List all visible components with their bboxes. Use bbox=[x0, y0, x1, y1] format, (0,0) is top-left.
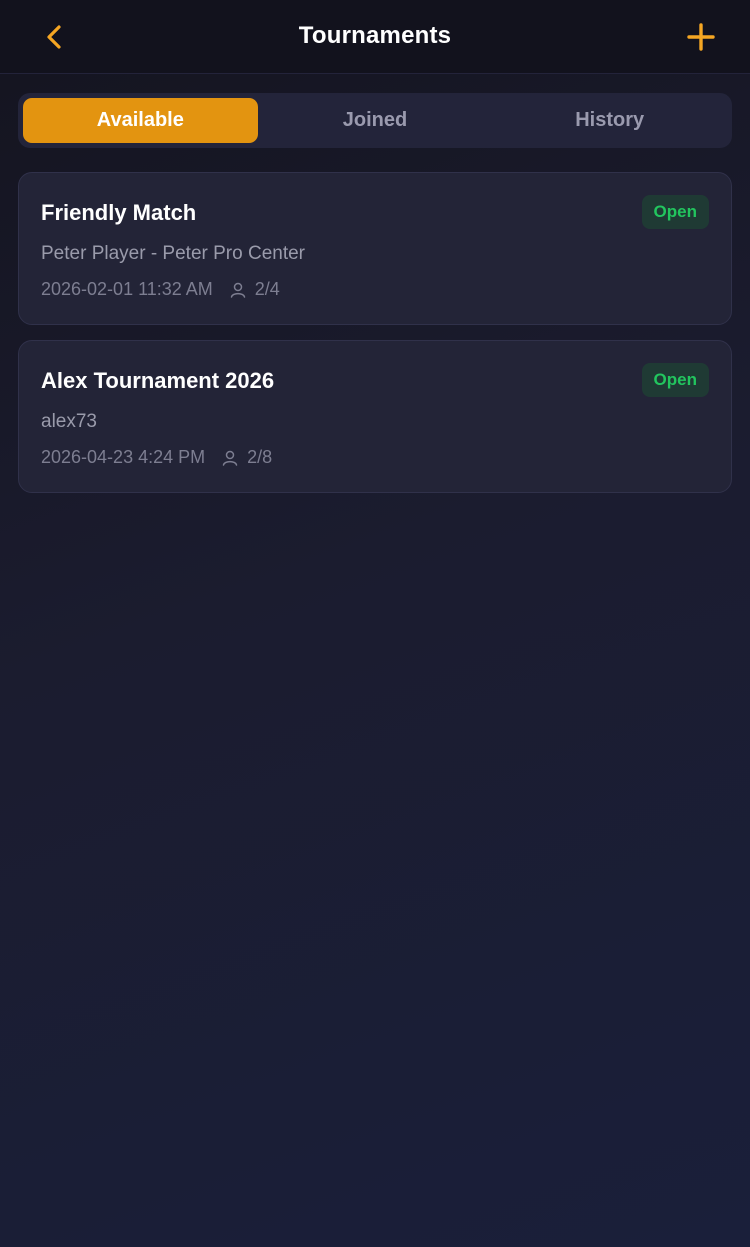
tournament-name: Friendly Match bbox=[41, 200, 197, 225]
tournament-meta: 2026-04-23 4:24 PM 2/8 bbox=[41, 447, 272, 468]
tournament-players: 2/4 bbox=[254, 279, 280, 299]
tab-joined[interactable]: Joined bbox=[258, 98, 493, 143]
status-badge: Open bbox=[641, 363, 709, 397]
tournament-players: 2/8 bbox=[247, 447, 273, 467]
person-icon bbox=[221, 449, 239, 467]
tournament-name: Alex Tournament 2026 bbox=[41, 368, 275, 393]
tournament-organizer: alex73 bbox=[41, 411, 97, 432]
tab-bar: Available Joined History bbox=[18, 93, 732, 148]
plus-icon bbox=[687, 23, 715, 51]
tournament-datetime: 2026-04-23 4:24 PM bbox=[41, 447, 206, 467]
person-icon bbox=[229, 281, 247, 299]
add-tournament-button[interactable] bbox=[676, 12, 726, 62]
status-badge: Open bbox=[641, 195, 709, 229]
tournament-meta: 2026-02-01 11:32 AM 2/4 bbox=[41, 279, 280, 300]
tournament-datetime: 2026-02-01 11:32 AM bbox=[41, 279, 213, 299]
tab-history[interactable]: History bbox=[492, 98, 727, 143]
page-title: Tournaments bbox=[298, 22, 452, 49]
tab-available[interactable]: Available bbox=[23, 98, 258, 143]
tournament-card[interactable]: Friendly Match Open Peter Player - Peter… bbox=[18, 172, 732, 325]
top-bar: Tournaments bbox=[0, 0, 750, 74]
tournament-organizer: Peter Player - Peter Pro Center bbox=[41, 243, 305, 264]
tournament-card[interactable]: Alex Tournament 2026 Open alex73 2026-04… bbox=[18, 340, 732, 493]
